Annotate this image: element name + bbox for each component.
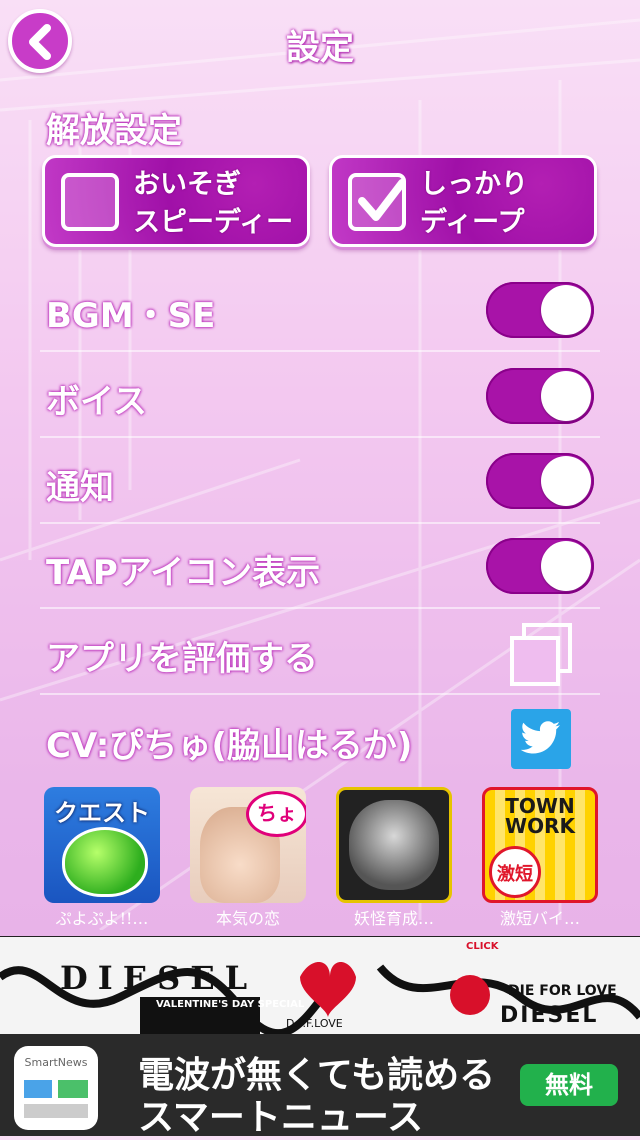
- app-icon-townwork[interactable]: TOWN WORK 激短: [482, 787, 598, 903]
- diesel-sub: VALENTINE'S DAY SPECIAL: [156, 999, 305, 1010]
- divider: [40, 522, 600, 524]
- app-name-puyo: ぷよぷよ!!…: [55, 909, 149, 928]
- smartnews-tile-gray: [24, 1104, 88, 1118]
- diesel-love: D.F.F.LOVE: [286, 1017, 343, 1030]
- quick-mode-checkbox[interactable]: [61, 173, 119, 231]
- smartnews-ad-banner[interactable]: SmartNews 電波が無くても読める スマートニュース 無料: [0, 1034, 640, 1138]
- copy-icon[interactable]: [508, 622, 574, 688]
- deep-mode-label: しっかり ディープ: [420, 169, 528, 238]
- notification-toggle[interactable]: [486, 453, 594, 509]
- divider: [40, 607, 600, 609]
- twitter-icon: [521, 721, 560, 754]
- checkmark-icon: [358, 179, 406, 221]
- twitter-button[interactable]: [511, 709, 571, 769]
- smartnews-free-button[interactable]: 無料: [520, 1064, 618, 1106]
- smartnews-tile-green: [58, 1080, 88, 1098]
- deep-mode-button[interactable]: しっかり ディープ: [329, 155, 597, 247]
- diesel-tagline: DIE FOR LOVE: [508, 983, 617, 999]
- toggle-knob: [541, 285, 591, 335]
- cv-label: CV:ぴちゅ(脇山はるか): [46, 726, 413, 766]
- diesel-click: CLICK: [466, 941, 499, 952]
- toggle-knob: [541, 456, 591, 506]
- app-icon-puyo[interactable]: クエスト: [44, 787, 160, 903]
- tap-icon-toggle[interactable]: [486, 538, 594, 594]
- app-name-youkai: 妖怪育成…: [353, 909, 434, 928]
- bgm-se-label: BGM・SE: [46, 296, 216, 336]
- voice-toggle[interactable]: [486, 368, 594, 424]
- diesel-ad-banner[interactable]: DIESEL VALENTINE'S DAY SPECIAL D.F.F.LOV…: [0, 936, 640, 1035]
- divider: [40, 436, 600, 438]
- smartnews-app-icon: SmartNews: [14, 1046, 98, 1130]
- townwork-logo: TOWN WORK: [505, 794, 575, 838]
- deep-mode-checkbox[interactable]: [348, 173, 406, 231]
- toggle-knob: [541, 541, 591, 591]
- app-icon-honki[interactable]: ちょ: [190, 787, 306, 903]
- quick-mode-label: おいそぎ スピーディー: [133, 169, 294, 238]
- header-bar: 設定: [0, 0, 640, 82]
- app-name-townwork: 激短バイ…: [499, 909, 580, 928]
- page-title: 設定: [286, 28, 354, 68]
- diesel-brand-left: DIESEL: [60, 959, 258, 997]
- app-icon-puyo-title: クエスト: [54, 799, 150, 827]
- quick-mode-button[interactable]: おいそぎ スピーディー: [42, 155, 310, 247]
- bgm-se-toggle[interactable]: [486, 282, 594, 338]
- smartnews-line2: スマートニュース: [138, 1097, 424, 1138]
- diesel-brand-right: DIESEL: [500, 1003, 599, 1028]
- divider: [40, 350, 600, 352]
- speech-bubble-text: ちょ: [257, 801, 297, 825]
- tap-icon-label: TAPアイコン表示: [46, 553, 321, 593]
- toggle-knob: [541, 371, 591, 421]
- puyo-blob: [62, 827, 148, 897]
- rate-app-label[interactable]: アプリを評価する: [46, 631, 318, 680]
- app-icon-youkai[interactable]: [336, 787, 452, 903]
- voice-label: ボイス: [46, 382, 147, 422]
- notification-label: 通知: [46, 468, 114, 508]
- divider: [40, 693, 600, 695]
- townwork-badge: 激短: [489, 846, 541, 898]
- smartnews-app-label: SmartNews: [24, 1056, 88, 1069]
- smartnews-tile-blue: [24, 1080, 52, 1098]
- app-name-honki: 本気の恋: [215, 909, 280, 928]
- monster-illustration: [349, 800, 439, 890]
- release-settings-label: 解放設定: [46, 111, 182, 151]
